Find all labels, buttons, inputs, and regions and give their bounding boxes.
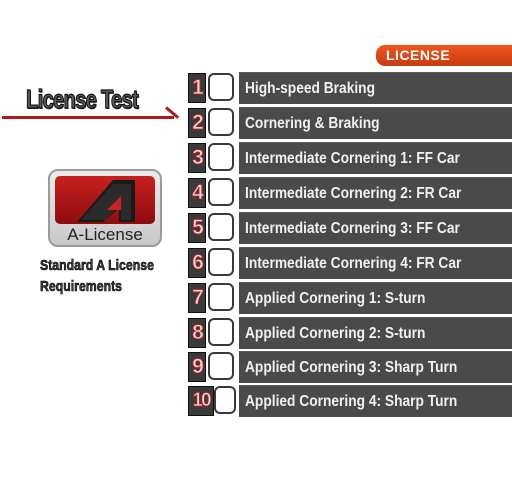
test-number: 2 (188, 108, 206, 138)
test-name[interactable]: Applied Cornering 2: S-turn (239, 317, 512, 349)
test-name-text: Applied Cornering 2: S-turn (245, 325, 426, 342)
test-number: 6 (188, 248, 206, 278)
test-number: 1 (188, 73, 206, 103)
test-name-text: Intermediate Cornering 3: FF Car (245, 220, 460, 237)
test-number: 5 (188, 213, 206, 243)
test-name-text: Intermediate Cornering 1: FF Car (245, 150, 460, 167)
test-name-text: Cornering & Braking (245, 115, 380, 132)
test-name[interactable]: Intermediate Cornering 4: FR Car (239, 247, 512, 279)
test-number: 10 (188, 386, 214, 416)
test-number: 3 (188, 143, 206, 173)
test-row[interactable]: 8 Applied Cornering 2: S-turn (186, 317, 512, 349)
test-row[interactable]: 6 Intermediate Cornering 4: FR Car (186, 247, 512, 279)
test-name-text: Intermediate Cornering 4: FR Car (245, 255, 462, 272)
cleared-checkbox (208, 318, 234, 346)
license-emblem (55, 176, 155, 224)
test-row[interactable]: 5 Intermediate Cornering 3: FF Car (186, 212, 512, 244)
test-name[interactable]: Applied Cornering 1: S-turn (239, 282, 512, 314)
cleared-checkbox (208, 352, 234, 380)
test-name[interactable]: Intermediate Cornering 1: FF Car (239, 142, 512, 174)
test-name[interactable]: Applied Cornering 4: Sharp Turn (239, 385, 512, 417)
test-row[interactable]: 9 Applied Cornering 3: Sharp Turn (186, 351, 512, 383)
test-row[interactable]: 3 Intermediate Cornering 1: FF Car (186, 142, 512, 174)
test-name-text: High-speed Braking (245, 80, 375, 97)
cleared-checkbox (208, 248, 234, 276)
test-name[interactable]: Cornering & Braking (239, 107, 512, 139)
test-number: 8 (188, 318, 206, 348)
a-license-logo: A-License (48, 169, 162, 247)
test-row[interactable]: 1 High-speed Braking (186, 72, 512, 104)
license-a-emblem-icon (77, 180, 135, 222)
license-name: A-License (67, 225, 143, 244)
cleared-checkbox (208, 283, 234, 311)
cleared-checkbox (208, 178, 234, 206)
cleared-checkbox (208, 213, 234, 241)
test-name[interactable]: Applied Cornering 3: Sharp Turn (239, 351, 512, 383)
test-row[interactable]: 2 Cornering & Braking (186, 107, 512, 139)
cleared-checkbox (214, 386, 236, 414)
license-description: Standard A License Requirements (40, 257, 154, 296)
test-name-text: Applied Cornering 1: S-turn (245, 290, 426, 307)
test-name[interactable]: Intermediate Cornering 3: FF Car (239, 212, 512, 244)
test-row[interactable]: 4 Intermediate Cornering 2: FR Car (186, 177, 512, 209)
test-name-text: Intermediate Cornering 2: FR Car (245, 185, 462, 202)
cleared-checkbox (208, 108, 234, 136)
test-number: 4 (188, 178, 206, 208)
test-row[interactable]: 10 Applied Cornering 4: Sharp Turn (186, 385, 512, 417)
test-row[interactable]: 7 Applied Cornering 1: S-turn (186, 282, 512, 314)
license-tab[interactable]: LICENSE (376, 45, 512, 66)
cleared-checkbox (208, 143, 234, 171)
test-name-text: Applied Cornering 4: Sharp Turn (245, 393, 458, 410)
cleared-checkbox (208, 73, 234, 101)
page-title: License Test (26, 83, 140, 114)
test-name[interactable]: High-speed Braking (239, 72, 512, 104)
test-number: 7 (188, 283, 206, 313)
test-name-text: Applied Cornering 3: Sharp Turn (245, 359, 458, 376)
title-underline (2, 116, 174, 119)
test-name[interactable]: Intermediate Cornering 2: FR Car (239, 177, 512, 209)
test-number: 9 (188, 352, 206, 382)
